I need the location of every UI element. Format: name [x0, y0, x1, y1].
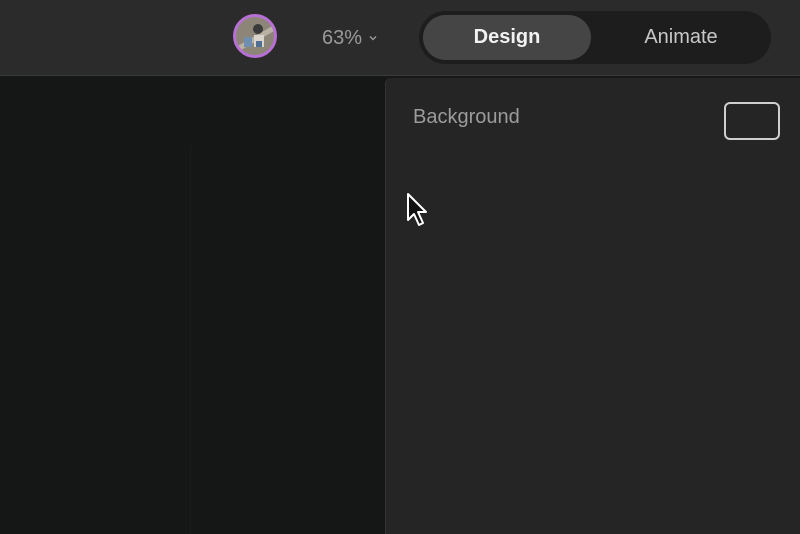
- mode-switcher: Design Animate: [419, 11, 771, 64]
- design-mode-tab[interactable]: Design: [423, 15, 591, 60]
- top-toolbar: 63% Design Animate: [0, 0, 800, 76]
- zoom-level: 63%: [322, 26, 363, 49]
- background-color-swatch[interactable]: [724, 102, 780, 140]
- zoom-dropdown[interactable]: 63%: [322, 24, 378, 52]
- canvas-guide-line: [190, 146, 191, 534]
- design-canvas[interactable]: [0, 76, 385, 534]
- chevron-down-icon: [369, 36, 377, 41]
- animate-mode-tab[interactable]: Animate: [595, 15, 767, 60]
- background-label: Background: [413, 106, 520, 128]
- avatar-image: [236, 17, 274, 55]
- inspector-panel: Background: [385, 78, 800, 534]
- user-avatar[interactable]: [233, 14, 277, 58]
